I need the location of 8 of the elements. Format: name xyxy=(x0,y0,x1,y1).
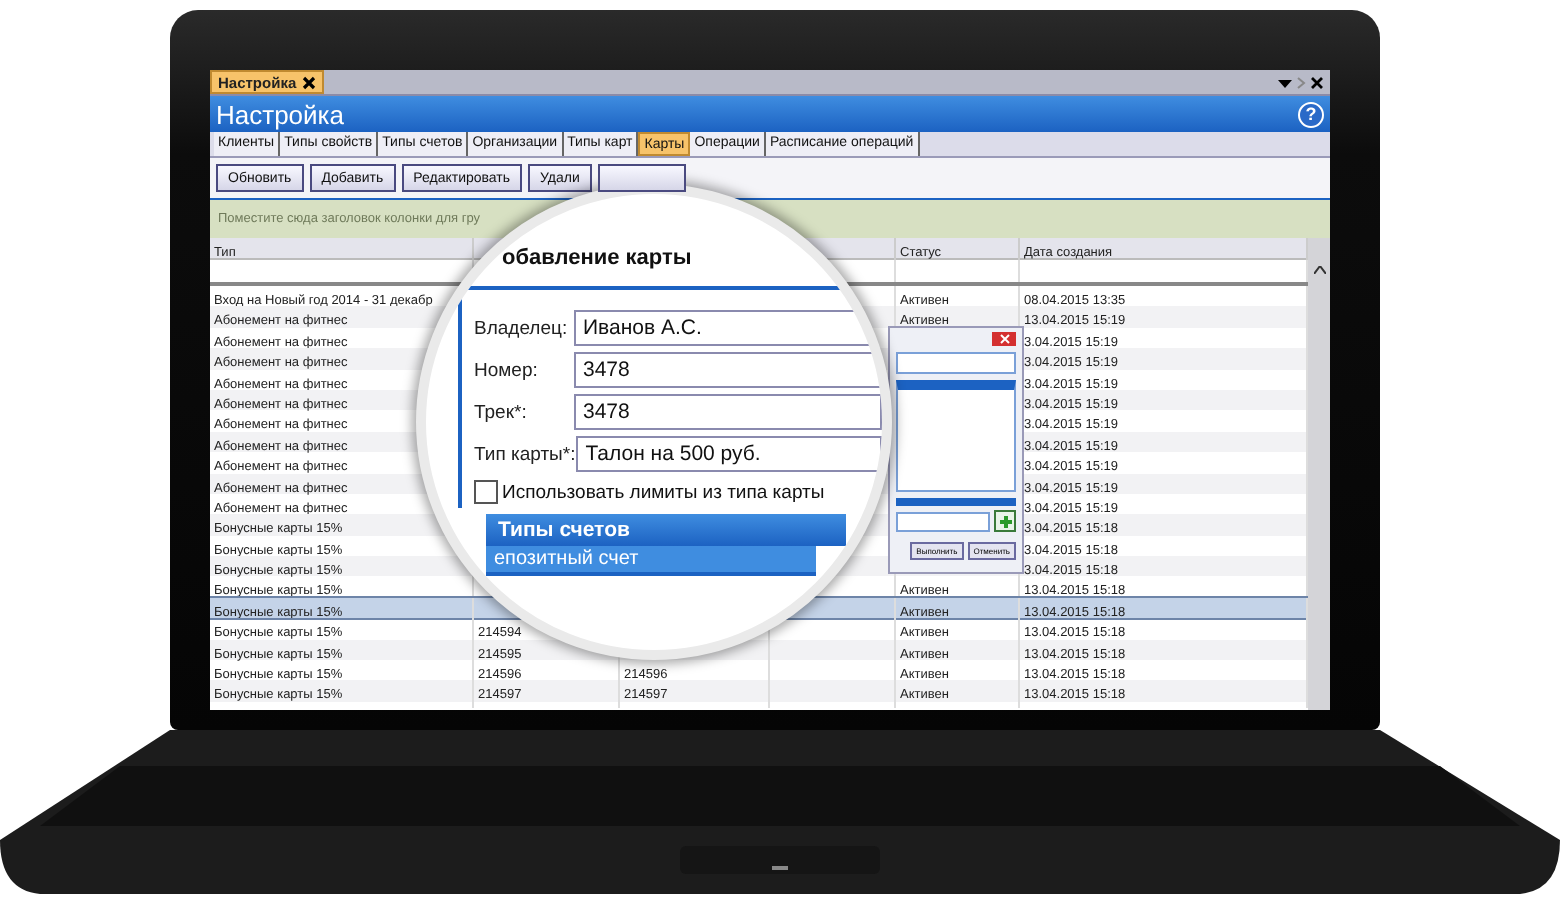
section-header: Типы счетов xyxy=(486,514,846,546)
window-title: Настройка xyxy=(216,99,344,129)
field-label: Тип карты*: xyxy=(474,443,576,465)
checkbox-label: Использовать лимиты из типа карты xyxy=(502,481,825,503)
dialog-title: обавление карты xyxy=(502,246,692,270)
field-label: Трек*: xyxy=(474,401,529,423)
field-label: Номер: xyxy=(474,359,540,381)
field-label: Владелец: xyxy=(474,317,570,339)
